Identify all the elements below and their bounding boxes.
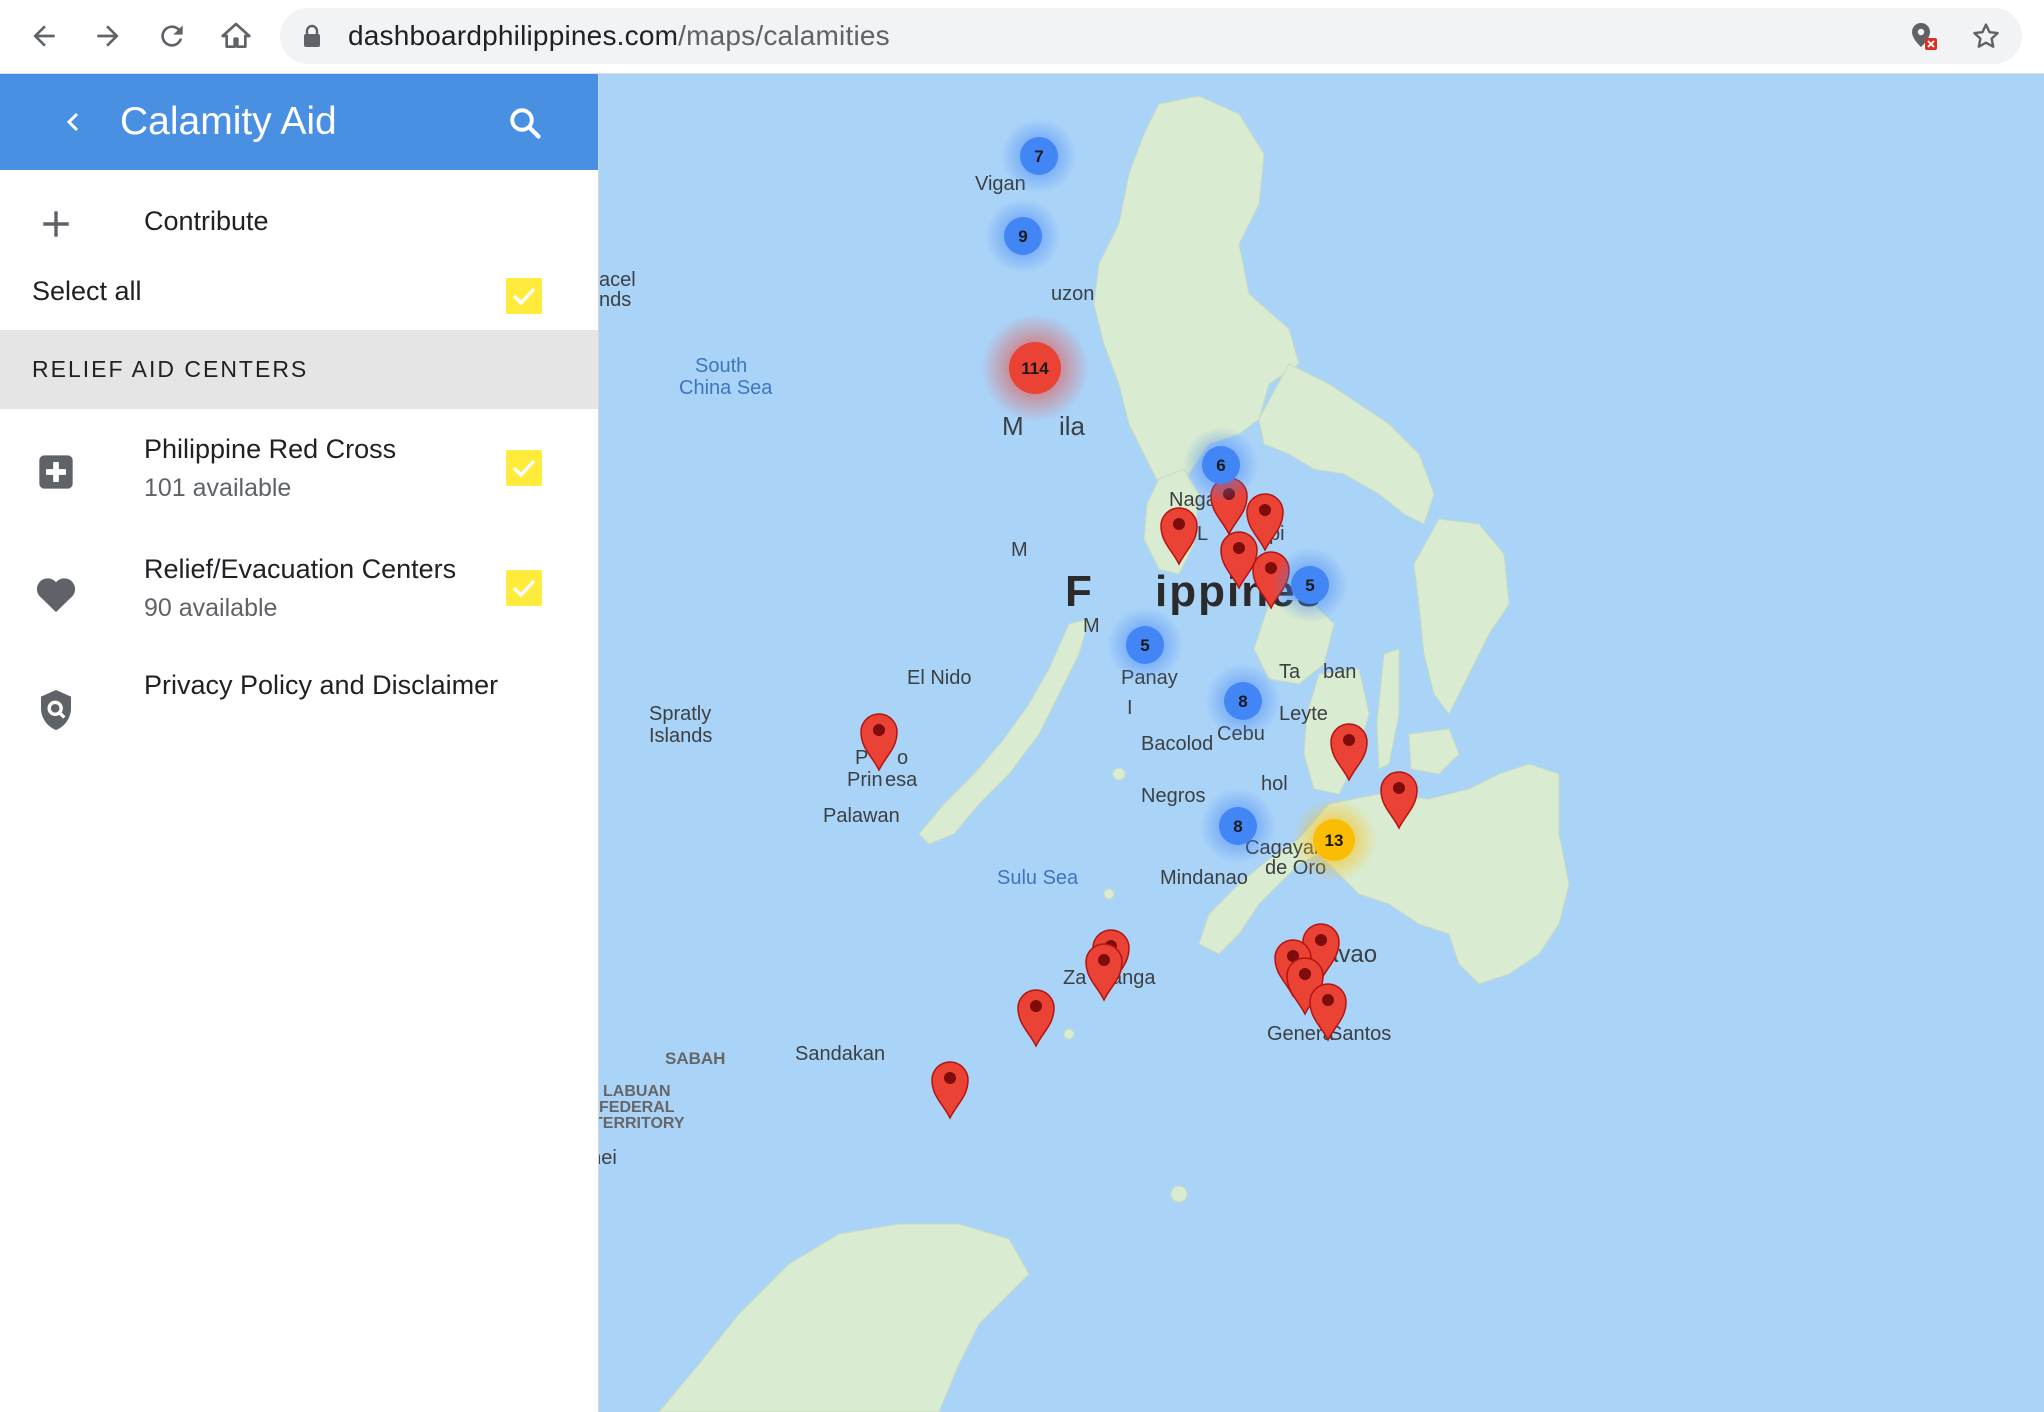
privacy-policy-link[interactable]: Privacy Policy and Disclaimer — [144, 670, 498, 701]
cluster-count: 7 — [1034, 147, 1043, 166]
label-mindoro: M — [1011, 539, 1028, 561]
label-sulu-sea: Sulu Sea — [997, 867, 1079, 889]
map-canvas[interactable]: Vigan uzon acel nds South China Sea M il… — [599, 74, 2044, 1412]
label-brunei: Brunei — [599, 1147, 617, 1169]
cluster-marker[interactable]: 9 — [985, 198, 1061, 274]
red-cross-count: 101 available — [144, 474, 292, 502]
label-negros: Negros — [1141, 785, 1205, 807]
label-iloilo: I — [1127, 697, 1133, 719]
map-svg: Vigan uzon acel nds South China Sea M il… — [599, 95, 1570, 1412]
location-blocked-icon[interactable] — [1908, 21, 1938, 56]
cluster-marker[interactable]: 7 — [1001, 118, 1077, 194]
cluster-count: 5 — [1140, 636, 1149, 655]
cluster-marker[interactable]: 6 — [1183, 427, 1259, 503]
cluster-marker[interactable]: 8 — [1205, 663, 1281, 739]
label-tacloban-b: ban — [1323, 661, 1356, 683]
label-luzon: uzon — [1051, 283, 1094, 305]
label-paracel-2: nds — [599, 289, 631, 311]
relief-centers-checkbox[interactable] — [506, 570, 542, 606]
label-general-b: Santos — [1329, 1023, 1391, 1045]
label-puerto-b: o — [897, 747, 908, 769]
select-all-checkbox[interactable] — [506, 278, 542, 314]
label-palawan: Palawan — [823, 805, 900, 827]
back-arrow-icon[interactable] — [22, 14, 66, 58]
relief-centers-label[interactable]: Relief/Evacuation Centers — [144, 554, 456, 585]
label-federal: FEDERAL — [599, 1099, 675, 1116]
cluster-count: 5 — [1305, 576, 1314, 595]
sidebar-title: Calamity Aid — [120, 100, 337, 143]
bookmark-star-icon[interactable] — [1970, 20, 2002, 57]
heart-icon — [30, 568, 82, 620]
label-malay: M — [1083, 615, 1100, 637]
select-all-label: Select all — [32, 276, 142, 306]
label-spratly: Spratly — [649, 703, 711, 725]
checkmark-icon — [512, 579, 536, 598]
label-islands: Islands — [649, 725, 712, 747]
label-south: South — [695, 355, 747, 377]
cluster-marker[interactable]: 13 — [1292, 798, 1376, 882]
chevron-left-icon[interactable] — [52, 100, 96, 144]
label-princesa-b: esa — [885, 769, 918, 791]
search-icon[interactable] — [500, 98, 550, 148]
label-princesa-a: Prin — [847, 769, 883, 791]
label-legazpi-a: L — [1197, 523, 1208, 545]
cluster-count: 8 — [1238, 692, 1247, 711]
label-mindanao: Mindanao — [1160, 867, 1248, 889]
label-philippines-a: F — [1065, 567, 1094, 616]
label-leyte: Leyte — [1279, 703, 1328, 725]
label-sandakan: Sandakan — [795, 1043, 885, 1065]
label-sabah: SABAH — [665, 1049, 725, 1068]
label-zamboanga-a: Za — [1063, 967, 1087, 989]
label-bohol: hol — [1261, 773, 1288, 795]
label-territory: TERRITORY — [599, 1115, 685, 1132]
cluster-marker[interactable]: 5 — [1107, 607, 1183, 683]
cluster-count: 8 — [1233, 817, 1242, 836]
label-china-sea: China Sea — [679, 377, 773, 399]
red-cross-label[interactable]: Philippine Red Cross — [144, 434, 396, 465]
address-bar[interactable]: dashboardphilippines.com/maps/calamities — [280, 8, 2022, 64]
cluster-count: 9 — [1018, 227, 1027, 246]
red-cross-checkbox[interactable] — [506, 450, 542, 486]
label-el-nido: El Nido — [907, 667, 971, 689]
label-bacolod: Bacolod — [1141, 733, 1213, 755]
label-tacloban-a: Ta — [1279, 661, 1301, 683]
section-title: RELIEF AID CENTERS — [32, 356, 309, 382]
contribute-button[interactable]: Contribute — [144, 206, 269, 237]
cluster-count: 114 — [1021, 359, 1049, 378]
medical-cross-icon — [30, 446, 82, 498]
land-masses — [658, 95, 1570, 1412]
cluster-marker[interactable]: 5 — [1272, 547, 1348, 623]
map-pin[interactable] — [1085, 943, 1123, 1002]
checkmark-icon — [512, 459, 536, 478]
label-labuan: LABUAN — [603, 1083, 671, 1100]
checkmark-icon — [512, 287, 536, 306]
forward-arrow-icon[interactable] — [86, 14, 130, 58]
cluster-marker[interactable]: 114 — [981, 314, 1089, 422]
cluster-marker[interactable]: 8 — [1200, 788, 1276, 864]
label-paracel-1: acel — [599, 269, 636, 291]
url-text: dashboardphilippines.com/maps/calamities — [348, 20, 890, 51]
cluster-count: 6 — [1216, 456, 1225, 475]
sidebar-panel: Calamity Aid Contribute Select all RELIE… — [0, 74, 599, 1412]
plus-icon[interactable] — [30, 198, 82, 250]
map-pin[interactable] — [1017, 989, 1055, 1048]
label-manila-b: ila — [1059, 411, 1086, 441]
cluster-count: 13 — [1325, 831, 1344, 850]
home-icon[interactable] — [214, 14, 258, 58]
map-pin[interactable] — [931, 1061, 969, 1120]
browser-toolbar: dashboardphilippines.com/maps/calamities — [0, 0, 2044, 74]
sidebar-header: Calamity Aid — [0, 74, 598, 170]
reload-icon[interactable] — [150, 14, 194, 58]
relief-centers-count: 90 available — [144, 594, 278, 622]
shield-search-icon — [30, 684, 82, 736]
lock-icon — [302, 24, 322, 53]
section-header: RELIEF AID CENTERS — [0, 330, 598, 409]
